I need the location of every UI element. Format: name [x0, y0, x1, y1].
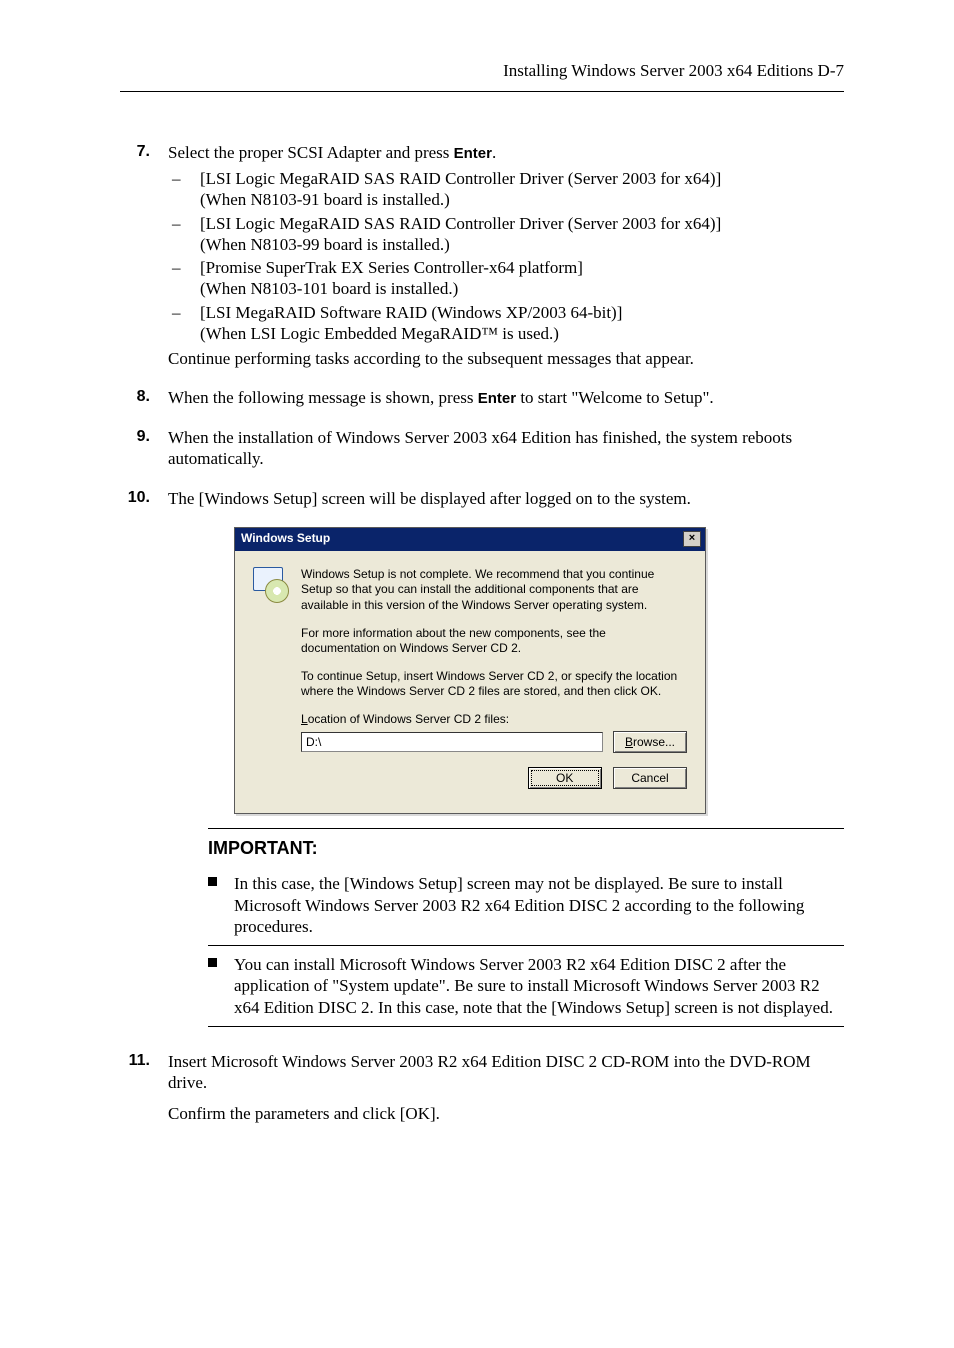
step-number: 8.	[120, 387, 168, 413]
step-7: 7. Select the proper SCSI Adapter and pr…	[120, 142, 844, 373]
button-label: rowse...	[633, 735, 675, 749]
windows-setup-dialog: Windows Setup × Windows Setup is not com…	[234, 527, 706, 814]
important-box: IMPORTANT: In this case, the [Windows Se…	[208, 828, 844, 1027]
adapter-list: –[LSI Logic MegaRAID SAS RAID Controller…	[186, 168, 844, 344]
text: When the installation of Windows Server …	[168, 427, 844, 470]
instruction-list-continued: 11. Insert Microsoft Windows Server 2003…	[120, 1051, 844, 1129]
text: You can install Microsoft Windows Server…	[234, 954, 844, 1018]
bullet-square-icon	[208, 873, 222, 937]
button-label: OK	[556, 771, 573, 785]
mnemonic: B	[625, 735, 633, 749]
step-number: 9.	[120, 427, 168, 474]
list-item: –[Promise SuperTrak EX Series Controller…	[186, 257, 844, 300]
text: Continue performing tasks according to t…	[168, 348, 844, 369]
location-label: Location of Windows Server CD 2 files:	[301, 712, 687, 727]
step-number: 7.	[120, 142, 168, 373]
dialog-titlebar[interactable]: Windows Setup ×	[235, 528, 705, 551]
close-button[interactable]: ×	[683, 531, 701, 547]
text: [LSI Logic MegaRAID SAS RAID Controller …	[200, 214, 721, 233]
step-body: When the installation of Windows Server …	[168, 427, 844, 474]
running-head: Installing Windows Server 2003 x64 Editi…	[120, 60, 844, 81]
text: In this case, the [Windows Setup] screen…	[234, 873, 844, 937]
text: Confirm the parameters and click [OK].	[168, 1103, 844, 1124]
step-number: 10.	[120, 488, 168, 513]
dialog-paragraph: Windows Setup is not complete. We recomm…	[301, 567, 687, 614]
step-11: 11. Insert Microsoft Windows Server 2003…	[120, 1051, 844, 1129]
text: (When N8103-101 board is installed.)	[200, 279, 458, 298]
dialog-paragraph: To continue Setup, insert Windows Server…	[301, 669, 687, 700]
step-8: 8. When the following message is shown, …	[120, 387, 844, 413]
dialog-paragraph: For more information about the new compo…	[301, 626, 687, 657]
divider	[208, 828, 844, 829]
page: Installing Windows Server 2003 x64 Editi…	[0, 0, 954, 1348]
text: (When LSI Logic Embedded MegaRAID™ is us…	[200, 324, 559, 343]
step-body: The [Windows Setup] screen will be displ…	[168, 488, 844, 513]
step-10: 10. The [Windows Setup] screen will be d…	[120, 488, 844, 513]
key-enter: Enter	[478, 390, 516, 407]
text: Insert Microsoft Windows Server 2003 R2 …	[168, 1051, 844, 1094]
list-item: –[LSI MegaRAID Software RAID (Windows XP…	[186, 302, 844, 345]
list-item: You can install Microsoft Windows Server…	[208, 946, 844, 1027]
ok-button[interactable]: OK	[528, 767, 602, 789]
dialog-screenshot: Windows Setup × Windows Setup is not com…	[234, 527, 844, 814]
step-9: 9. When the installation of Windows Serv…	[120, 427, 844, 474]
bullet-square-icon	[208, 954, 222, 1018]
step-body: Insert Microsoft Windows Server 2003 R2 …	[168, 1051, 844, 1129]
text: [LSI MegaRAID Software RAID (Windows XP/…	[200, 303, 622, 322]
header-rule	[120, 91, 844, 92]
text: .	[492, 143, 496, 162]
key-enter: Enter	[454, 145, 492, 162]
location-input[interactable]	[301, 732, 603, 752]
list-item: –[LSI Logic MegaRAID SAS RAID Controller…	[186, 168, 844, 211]
mnemonic: L	[301, 712, 308, 726]
text: (When N8103-91 board is installed.)	[200, 190, 450, 209]
dialog-content: Windows Setup is not complete. We recomm…	[235, 551, 705, 813]
text: (When N8103-99 board is installed.)	[200, 235, 450, 254]
close-icon: ×	[689, 532, 695, 546]
browse-button[interactable]: Browse...	[613, 731, 687, 753]
list-item: –[LSI Logic MegaRAID SAS RAID Controller…	[186, 213, 844, 256]
instruction-list: 7. Select the proper SCSI Adapter and pr…	[120, 142, 844, 513]
text: When the following message is shown, pre…	[168, 388, 478, 407]
cd-icon	[253, 567, 289, 603]
text: ocation of Windows Server CD 2 files:	[308, 712, 509, 726]
button-label: Cancel	[631, 771, 668, 785]
text: Select the proper SCSI Adapter and press	[168, 143, 454, 162]
list-item: In this case, the [Windows Setup] screen…	[208, 865, 844, 946]
important-list: In this case, the [Windows Setup] screen…	[208, 865, 844, 1027]
step-body: Select the proper SCSI Adapter and press…	[168, 142, 844, 373]
text: The [Windows Setup] screen will be displ…	[168, 488, 844, 509]
text: [Promise SuperTrak EX Series Controller-…	[200, 258, 583, 277]
step-body: When the following message is shown, pre…	[168, 387, 844, 413]
important-title: IMPORTANT:	[208, 837, 844, 860]
dialog-title: Windows Setup	[241, 531, 330, 546]
text: to start "Welcome to Setup".	[516, 388, 714, 407]
step-number: 11.	[120, 1051, 168, 1129]
cancel-button[interactable]: Cancel	[613, 767, 687, 789]
text: [LSI Logic MegaRAID SAS RAID Controller …	[200, 169, 721, 188]
